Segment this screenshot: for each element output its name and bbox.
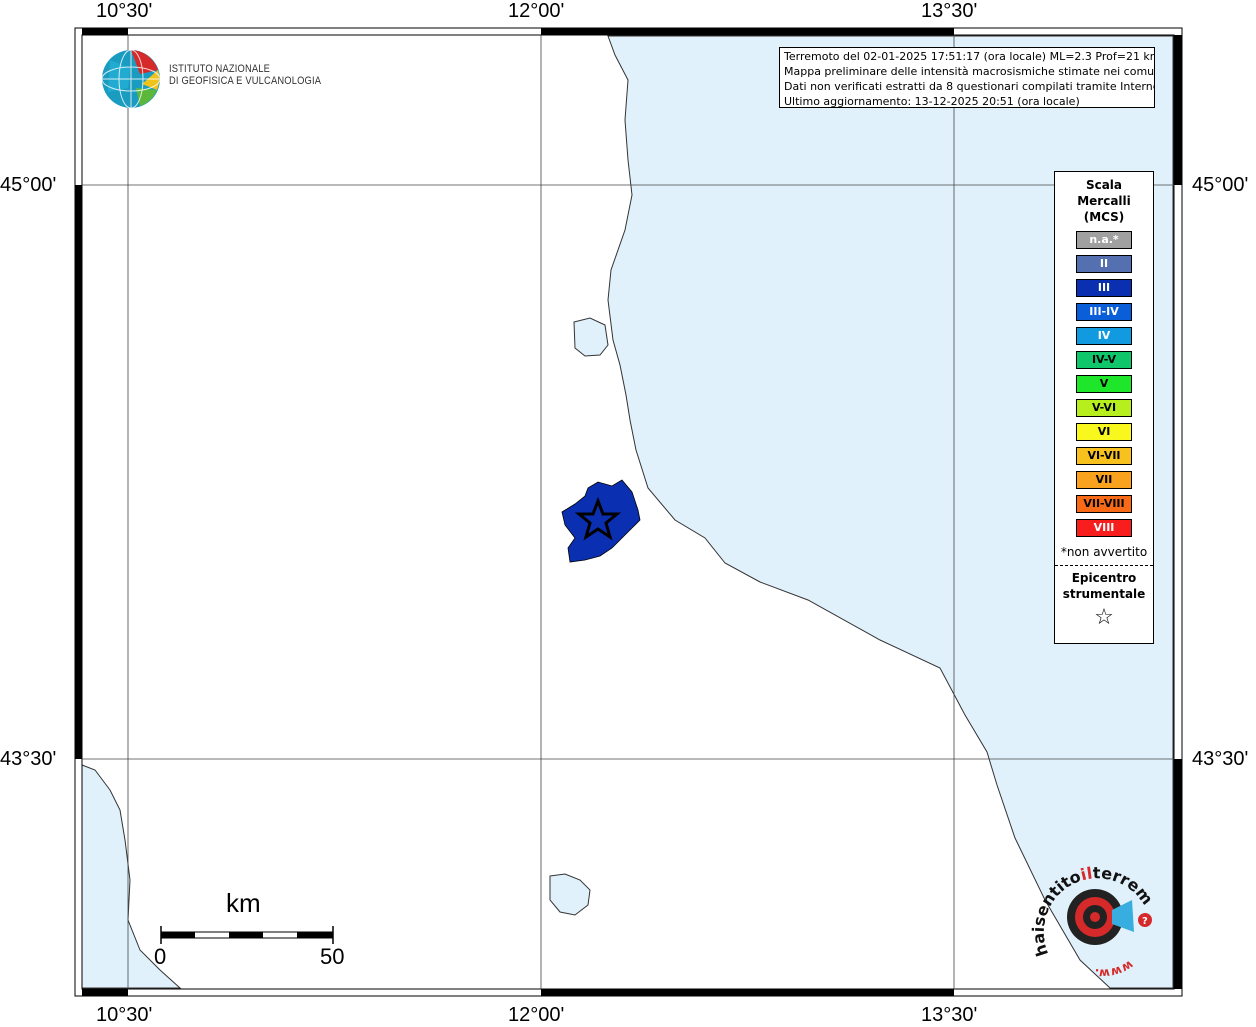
legend-title: Scala Mercalli (MCS) xyxy=(1055,177,1153,225)
legend-epicenter-label: Epicentro strumentale xyxy=(1055,570,1153,602)
lon-label-top-2: 12°00' xyxy=(508,0,565,22)
ingv-name-line1: ISTITUTO NAZIONALE xyxy=(169,63,271,75)
info-line-2: Mappa preliminare delle intensità macros… xyxy=(784,65,1155,78)
legend-item: VII-VIII xyxy=(1076,495,1132,513)
scale-max: 50 xyxy=(320,944,345,969)
lat-label-right-1: 45°00' xyxy=(1192,174,1249,196)
svg-text:?: ? xyxy=(1142,916,1148,927)
mcs-legend: Scala Mercalli (MCS) n.a.* II III III-IV IV I… xyxy=(1054,171,1154,644)
legend-item: VIII xyxy=(1076,519,1132,537)
lat-label-right-2: 43°30' xyxy=(1192,748,1249,770)
legend-title-line3: (MCS) xyxy=(1083,210,1125,224)
ingv-globe-icon xyxy=(101,49,161,109)
legend-item: V xyxy=(1076,375,1132,393)
lake-trasimeno xyxy=(549,873,591,916)
scale-unit: km xyxy=(226,888,261,918)
legend-item: VI-VII xyxy=(1076,447,1132,465)
legend-item: n.a.* xyxy=(1076,231,1132,249)
intensity-area-iii xyxy=(561,479,641,563)
legend-item: III-IV xyxy=(1076,303,1132,321)
legend-title-line1: Scala xyxy=(1085,178,1123,192)
info-line-4: Ultimo aggiornamento: 13-12-2025 20:51 (… xyxy=(784,95,1080,108)
legend-item: IV xyxy=(1076,327,1132,345)
lon-label-top-3: 13°30' xyxy=(921,0,978,22)
lagoon xyxy=(573,317,609,357)
scale-min: 0 xyxy=(154,944,167,969)
haisentito-logo: haisentitoilterremoto.it www. ? xyxy=(1030,862,1157,977)
legend-item: VI xyxy=(1076,423,1132,441)
legend-note: *non avvertito xyxy=(1060,545,1148,559)
event-info-box: Terremoto del 02-01-2025 17:51:17 (ora l… xyxy=(779,47,1155,108)
ingv-logo: ISTITUTO NAZIONALE DI GEOFISICA E VULCAN… xyxy=(100,48,321,110)
legend-epicenter-line1: Epicentro xyxy=(1071,571,1137,585)
legend-items: n.a.* II III III-IV IV IV-V V V-VI VI VI-VII VII VI… xyxy=(1055,231,1153,537)
legend-item: V-VI xyxy=(1076,399,1132,417)
legend-separator xyxy=(1055,565,1153,566)
legend-item: III xyxy=(1076,279,1132,297)
lon-label-top-1: 10°30' xyxy=(96,0,153,22)
ingv-name: ISTITUTO NAZIONALE DI GEOFISICA E VULCAN… xyxy=(169,63,321,87)
legend-star-icon: ☆ xyxy=(1094,605,1114,630)
legend-epicenter-line2: strumentale xyxy=(1062,587,1146,601)
legend-item: VII xyxy=(1076,471,1132,489)
legend-item: II xyxy=(1076,255,1132,273)
lat-label-left-2: 43°30' xyxy=(0,748,57,770)
legend-title-line2: Mercalli xyxy=(1077,194,1131,208)
hst-www: www. xyxy=(1094,958,1136,977)
info-line-1: Terremoto del 02-01-2025 17:51:17 (ora l… xyxy=(784,50,1155,63)
ingv-name-line2: DI GEOFISICA E VULCANOLOGIA xyxy=(169,75,322,87)
info-line-3: Dati non verificati estratti da 8 questi… xyxy=(784,80,1155,93)
legend-item: IV-V xyxy=(1076,351,1132,369)
lat-label-left-1: 45°00' xyxy=(0,174,57,196)
scale-bar xyxy=(160,926,334,944)
